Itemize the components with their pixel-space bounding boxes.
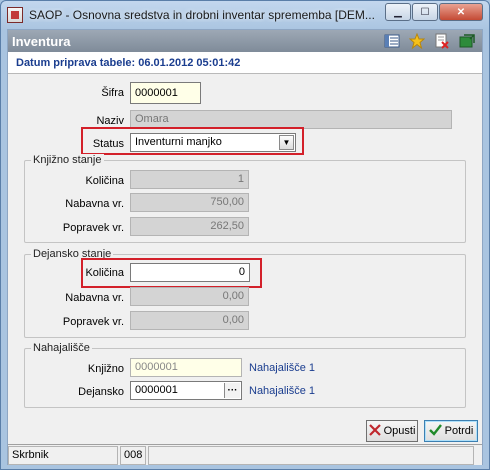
- dejansko-location-input[interactable]: 0000001 ···: [130, 381, 242, 400]
- star-icon[interactable]: [408, 33, 426, 49]
- date-row: Datum priprava tabele: 06.01.2012 05:01:…: [8, 52, 482, 74]
- dialog-body: Inventura Datum priprava tabele: 06.01.2…: [7, 29, 483, 465]
- dejansko-location-value: 0000001: [135, 384, 178, 396]
- delete-doc-icon[interactable]: [433, 33, 451, 49]
- list-icon[interactable]: [383, 33, 401, 49]
- minimize-button[interactable]: ▁: [385, 3, 411, 21]
- checkmark-icon: [428, 423, 442, 439]
- knjizno-location-label: Knjižno: [87, 363, 124, 375]
- sifra-input[interactable]: 0000001: [130, 82, 201, 104]
- dejansko-nabavna-label: Nabavna vr.: [65, 292, 124, 304]
- knjizno-kolicina-field: 1: [130, 170, 249, 189]
- knjizno-kolicina-label: Količina: [85, 175, 124, 187]
- status-empty: [148, 446, 474, 465]
- dejansko-nabavna-field: 0,00: [130, 287, 249, 306]
- maximize-button[interactable]: ☐: [412, 3, 438, 21]
- status-user: Skrbnik: [8, 446, 118, 465]
- close-icon: [368, 423, 381, 439]
- header-bar: Inventura: [8, 30, 482, 52]
- knjizno-location-field: 0000001: [130, 358, 242, 377]
- toolbar: [383, 33, 476, 49]
- window-title: SAOP - Osnovna sredstva in drobni invent…: [29, 8, 375, 22]
- dejansko-kolicina-input[interactable]: 0: [130, 263, 250, 282]
- confirm-button[interactable]: Potrdi: [424, 420, 478, 442]
- cancel-button[interactable]: Opusti: [366, 420, 418, 442]
- title-bar[interactable]: SAOP - Osnovna sredstva in drobni invent…: [1, 1, 489, 29]
- export-icon[interactable]: [458, 33, 476, 49]
- knjizno-location-name: Nahajališče 1: [249, 362, 316, 374]
- confirm-label: Potrdi: [444, 425, 474, 437]
- table-date-label: Datum priprava tabele: 06.01.2012 05:01:…: [16, 57, 241, 69]
- status-code: 008: [120, 446, 146, 465]
- close-button[interactable]: ✕: [439, 3, 483, 21]
- knjizno-nabavna-label: Nabavna vr.: [65, 198, 124, 210]
- nahajalisce-title: Nahajališče: [31, 342, 92, 354]
- window-controls: ▁ ☐ ✕: [384, 3, 483, 21]
- dejansko-kolicina-label: Količina: [85, 267, 124, 279]
- chevron-down-icon[interactable]: ▼: [279, 135, 294, 150]
- dejansko-location-name: Nahajališče 1: [249, 385, 316, 397]
- status-label: Status: [92, 138, 124, 150]
- knjizno-nabavna-field: 750,00: [130, 193, 249, 212]
- dejansko-popravek-field: 0,00: [130, 311, 249, 330]
- knjizno-popravek-field: 262,50: [130, 217, 249, 236]
- form-title: Inventura: [12, 33, 71, 49]
- status-value: Inventurni manjko: [135, 136, 222, 148]
- lookup-button[interactable]: ···: [224, 383, 240, 398]
- nahajalisce-group: Nahajališče: [24, 342, 466, 408]
- dejansko-location-label: Dejansko: [78, 386, 124, 398]
- status-select[interactable]: Inventurni manjko ▼: [130, 133, 296, 152]
- app-icon: [7, 7, 23, 23]
- knjizno-popravek-label: Popravek vr.: [62, 222, 124, 234]
- dejansko-popravek-label: Popravek vr.: [62, 316, 124, 328]
- sifra-label: Šifra: [101, 87, 124, 99]
- status-bar: Skrbnik 008: [8, 444, 482, 465]
- app-window: SAOP - Osnovna sredstva in drobni invent…: [0, 0, 490, 470]
- naziv-label: Naziv: [96, 115, 124, 127]
- cancel-label: Opusti: [383, 425, 416, 437]
- knjizno-stanje-title: Knjižno stanje: [31, 154, 104, 166]
